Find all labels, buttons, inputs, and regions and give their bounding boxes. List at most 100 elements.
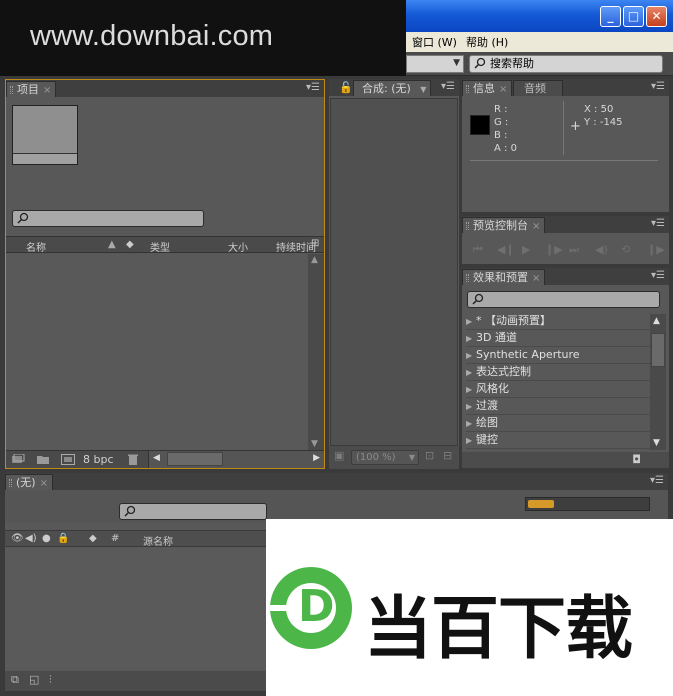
scroll-thumb[interactable] <box>651 333 665 367</box>
first-frame-icon[interactable]: ⏮ <box>473 243 483 257</box>
label-tag-icon[interactable]: ◆ <box>89 533 97 544</box>
close-icon[interactable]: × <box>40 478 48 489</box>
bit-depth-button[interactable]: 8 bpc <box>83 453 114 466</box>
close-icon[interactable]: × <box>43 85 51 96</box>
timeline-layer-list[interactable] <box>5 548 267 670</box>
project-horizontal-scrollbar[interactable]: ◀ ▶ <box>148 451 324 468</box>
zoom-value: (100 %) <box>356 452 396 463</box>
always-preview-icon[interactable]: ▣ <box>334 449 344 462</box>
next-frame-icon[interactable]: ❙▶ <box>545 243 563 256</box>
effect-category-label: 3D 通道 <box>476 331 517 344</box>
tab-effects-presets[interactable]: 效果和预置 × <box>462 269 546 285</box>
effects-vertical-scrollbar[interactable]: ▲ ▼ <box>650 314 666 450</box>
switches-toggle-icon[interactable]: ⧉ <box>11 673 19 687</box>
effect-category[interactable]: ▶ Synthetic Aperture <box>466 347 650 364</box>
effect-category[interactable]: ▶ 3D 通道 <box>466 330 650 347</box>
lock-icon[interactable]: 🔓 <box>339 81 353 94</box>
grid-icon[interactable]: ⊡ <box>425 449 434 462</box>
expand-triangle-icon[interactable]: ▶ <box>466 399 476 415</box>
expand-triangle-icon[interactable]: ▶ <box>466 348 476 364</box>
zoom-select[interactable]: (100 %) ▼ <box>351 450 419 465</box>
panel-menu-icon[interactable]: ▾☰ <box>650 475 664 486</box>
chevron-down-icon[interactable]: ▼ <box>420 85 426 94</box>
expand-triangle-icon[interactable]: ▶ <box>466 416 476 432</box>
scroll-left-icon[interactable]: ◀ <box>153 453 160 463</box>
tab-info[interactable]: 信息 × <box>462 80 513 96</box>
ram-preview-icon[interactable]: ❙▶ <box>647 243 665 256</box>
tab-composition[interactable]: 合成: (无) ▼ <box>353 80 432 96</box>
previous-frame-icon[interactable]: ◀❙ <box>497 243 515 256</box>
column-source-name[interactable]: 源名称 <box>143 533 173 548</box>
preview-panel: 预览控制台 × ▾☰ ⏮ ◀❙ ▶ ❙▶ ⏭ ◀) ⟲ ❙▶ <box>462 216 669 264</box>
panel-menu-icon[interactable]: ▾☰ <box>651 270 665 281</box>
time-navigator[interactable] <box>525 497 650 511</box>
loop-icon[interactable]: ⟲ <box>621 243 630 256</box>
speaker-icon[interactable]: ◀) <box>25 533 37 544</box>
tab-timeline[interactable]: (无) × <box>5 474 53 490</box>
panel-menu-icon[interactable]: ▾☰ <box>306 82 320 93</box>
scroll-up-icon[interactable]: ▲ <box>311 255 318 265</box>
composition-viewer[interactable] <box>330 98 458 446</box>
expand-triangle-icon[interactable]: ▶ <box>466 331 476 347</box>
new-folder-icon[interactable] <box>36 454 50 465</box>
effect-category[interactable]: ▶ 表达式控制 <box>466 364 650 381</box>
scroll-right-icon[interactable]: ▶ <box>313 453 320 463</box>
effects-search-input[interactable] <box>467 291 660 308</box>
panel-menu-icon[interactable]: ▾☰ <box>441 81 455 92</box>
workspace-select[interactable]: ▼ <box>406 55 464 73</box>
help-search-input[interactable]: 搜索帮助 <box>469 55 663 73</box>
menu-window[interactable]: 窗口 (W) <box>412 34 457 50</box>
audio-icon[interactable]: ◀) <box>595 243 608 256</box>
expand-triangle-icon[interactable]: ▶ <box>466 433 476 449</box>
panel-menu-icon[interactable]: ▾☰ <box>651 81 665 92</box>
maximize-button[interactable]: □ <box>623 6 644 27</box>
interpret-footage-icon[interactable] <box>11 454 25 465</box>
effect-category[interactable]: ▶ 键控 <box>466 432 650 449</box>
close-icon[interactable]: × <box>532 221 540 232</box>
effect-category[interactable]: ▶ 过渡 <box>466 398 650 415</box>
project-vertical-scrollbar[interactable]: ⊞ ▲ ▼ <box>308 238 324 450</box>
lock-icon[interactable]: 🔒 <box>57 533 69 544</box>
info-r: R : <box>494 104 508 115</box>
trash-icon[interactable] <box>126 454 140 465</box>
effect-category[interactable]: ▶ 风格化 <box>466 381 650 398</box>
work-area-start-handle[interactable] <box>528 500 554 508</box>
timeline-search-input[interactable] <box>119 503 267 520</box>
scroll-thumb[interactable] <box>167 452 223 466</box>
scroll-down-icon[interactable]: ▼ <box>653 438 660 448</box>
close-button[interactable]: ✕ <box>646 6 667 27</box>
close-icon[interactable]: × <box>499 84 507 95</box>
new-composition-icon[interactable] <box>61 454 75 465</box>
effect-category[interactable]: ▶ * 【动画预置】 <box>466 313 650 330</box>
column-type[interactable]: 类型 <box>150 239 170 254</box>
panel-menu-icon[interactable]: ▾☰ <box>651 218 665 229</box>
camera-icon[interactable]: ⊟ <box>443 449 452 462</box>
scroll-up-icon[interactable]: ▲ <box>653 316 660 326</box>
label-tag-icon[interactable]: ◆ <box>126 239 134 250</box>
tab-audio[interactable]: 音频 <box>513 80 563 96</box>
project-search-input[interactable] <box>12 210 204 227</box>
sort-up-icon[interactable]: ▲ <box>108 239 116 250</box>
flowchart-icon[interactable]: ⊞ <box>311 238 319 249</box>
project-item-list[interactable] <box>6 254 308 450</box>
tab-preview[interactable]: 预览控制台 × <box>462 217 546 233</box>
expand-triangle-icon[interactable]: ▶ <box>466 314 476 330</box>
minimize-button[interactable]: _ <box>600 6 621 27</box>
column-size[interactable]: 大小 <box>228 239 248 254</box>
last-frame-icon[interactable]: ⏭ <box>569 243 579 257</box>
new-animation-preset-icon[interactable]: ◘ <box>632 453 641 466</box>
play-icon[interactable]: ▶ <box>522 243 530 256</box>
menu-help[interactable]: 帮助 (H) <box>466 34 508 50</box>
eye-icon[interactable]: 👁 <box>11 533 24 544</box>
effect-category[interactable]: ▶ 绘图 <box>466 415 650 432</box>
tab-project[interactable]: 项目 × <box>6 81 57 97</box>
solo-icon[interactable]: ● <box>42 533 51 544</box>
column-duration[interactable]: 持续时间 <box>276 239 316 254</box>
expand-triangle-icon[interactable]: ▶ <box>466 365 476 381</box>
in-out-toggle-icon[interactable]: ⫶ <box>49 673 52 687</box>
scroll-down-icon[interactable]: ▼ <box>311 439 318 449</box>
expand-triangle-icon[interactable]: ▶ <box>466 382 476 398</box>
close-icon[interactable]: × <box>532 273 540 284</box>
transfer-controls-icon[interactable]: ◱ <box>29 673 39 686</box>
column-name[interactable]: 名称 <box>26 239 46 254</box>
